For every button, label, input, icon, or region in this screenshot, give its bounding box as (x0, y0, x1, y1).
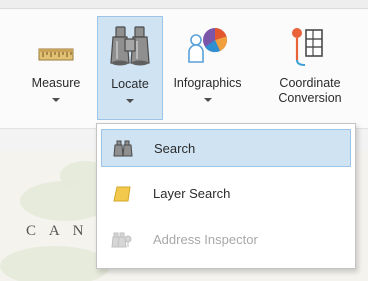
infographics-button[interactable]: Infographics (165, 16, 250, 120)
chevron-down-icon (126, 99, 134, 103)
chevron-down-icon (52, 98, 60, 102)
menu-item-search[interactable]: Search (101, 129, 351, 167)
coordinate-label: Coordinate (279, 76, 341, 90)
conversion-label: Conversion (278, 91, 342, 105)
menu-item-label: Layer Search (153, 186, 231, 201)
locate-dropdown-menu: Search Layer Search Address Inspector (96, 123, 356, 269)
map-terrain (0, 246, 110, 281)
binoculars-icon (98, 21, 162, 75)
menu-item-label: Address Inspector (153, 232, 258, 247)
menu-item-layer-search[interactable]: Layer Search (101, 175, 351, 213)
app-window: C A N Measure Locate Infographics Coordi… (0, 0, 368, 281)
binoculars-icon (112, 139, 134, 159)
locate-label: Locate (111, 77, 149, 91)
chevron-down-icon (203, 98, 212, 102)
ruler-icon (18, 20, 94, 74)
map-country-label: C A N (26, 223, 89, 239)
coordinate-conversion-icon (252, 20, 368, 74)
locate-button[interactable]: Locate (97, 16, 163, 120)
measure-label: Measure (31, 76, 81, 90)
infographics-label: Infographics (173, 76, 242, 90)
address-inspector-icon (111, 230, 133, 250)
menu-item-label: Search (154, 141, 196, 156)
ribbon-tab-strip (0, 0, 368, 9)
infographics-icon (165, 20, 250, 74)
layer-icon (111, 184, 133, 204)
menu-item-address-inspector[interactable]: Address Inspector (101, 221, 351, 259)
measure-button[interactable]: Measure (18, 16, 94, 120)
coordinate-conversion-button[interactable]: Coordinate Conversion (252, 16, 368, 120)
